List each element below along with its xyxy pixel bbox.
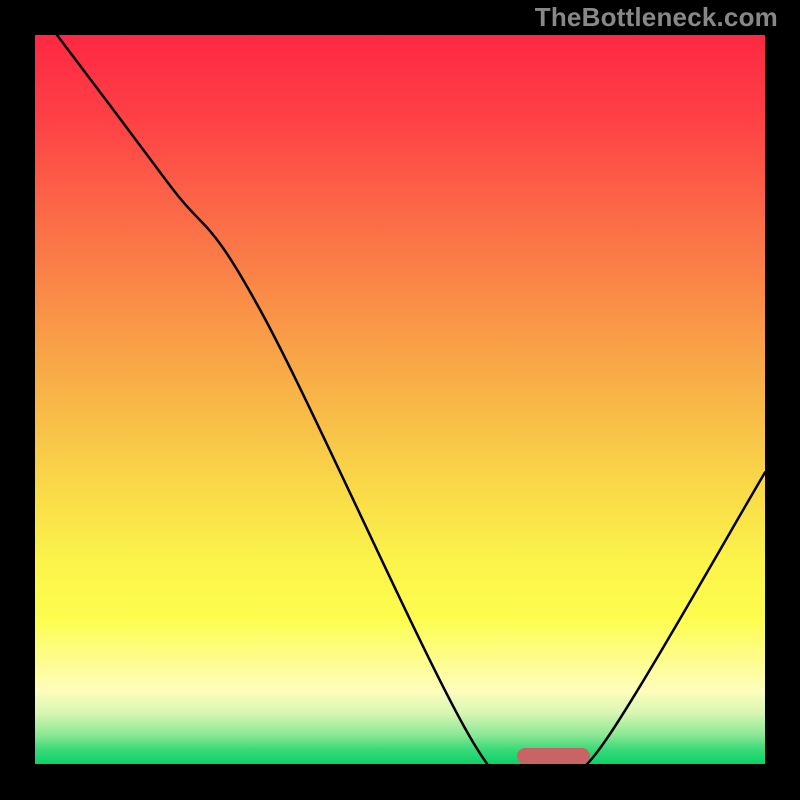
chart-curve: [35, 35, 765, 764]
watermark-text: TheBottleneck.com: [535, 2, 778, 33]
chart-plot-area: [35, 35, 765, 764]
chart-optimal-marker: [517, 748, 590, 764]
